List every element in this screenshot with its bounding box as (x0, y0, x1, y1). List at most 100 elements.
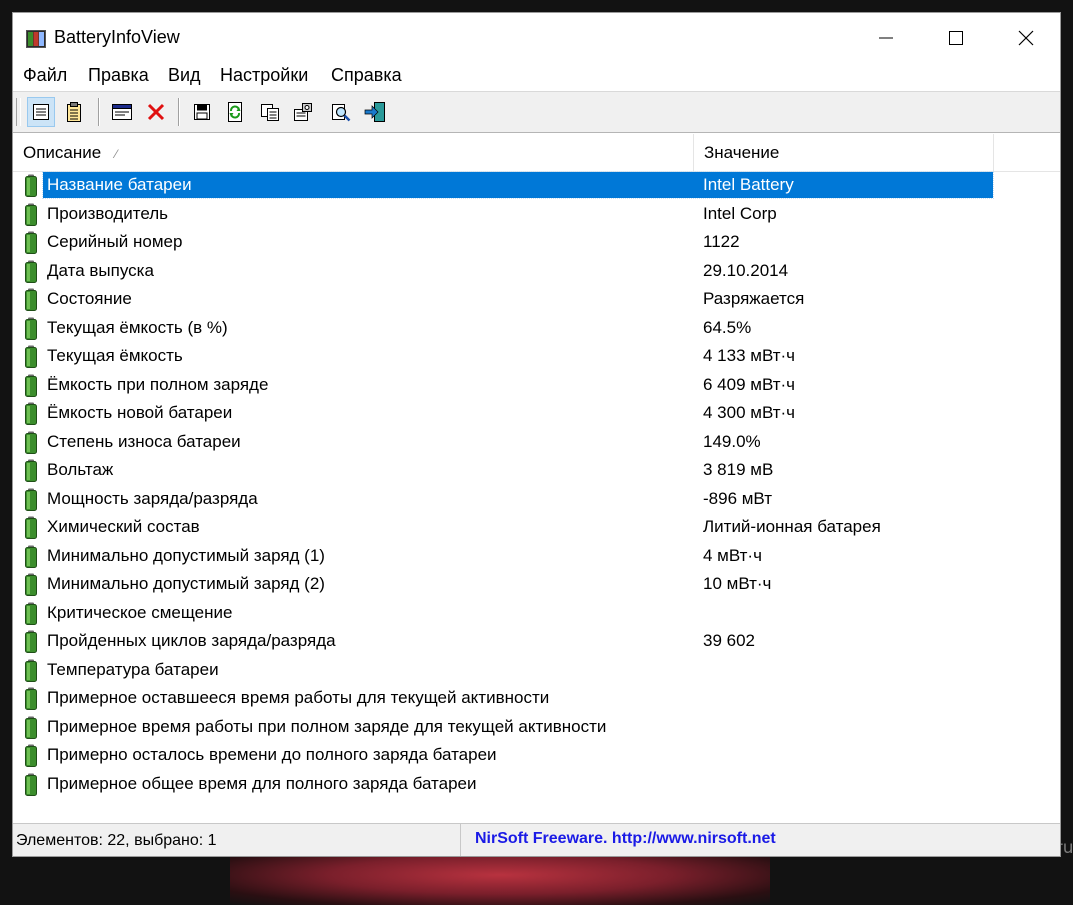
battery-info-mode-button[interactable] (27, 97, 55, 127)
menu-file[interactable]: Файл (19, 65, 71, 86)
item-value (699, 599, 707, 627)
list-item[interactable]: Название батареи Intel Battery (13, 171, 1060, 199)
properties-window-button[interactable] (108, 97, 136, 127)
item-description: Химический состав (47, 517, 200, 536)
list-item[interactable]: Ёмкость при полном заряде 6 409 мВт·ч (13, 371, 1060, 399)
item-description: Критическое смещение (47, 602, 233, 622)
properties-window-icon (112, 104, 132, 120)
item-description: Степень износа батареи (47, 431, 241, 451)
minimize-button[interactable] (851, 13, 921, 63)
item-value: 4 133 мВт·ч (703, 346, 796, 365)
item-description: Примерное время работы при полном заряде… (47, 716, 607, 736)
item-value: 64.5% (703, 317, 752, 337)
list-item[interactable]: Примерно осталось времени до полного зар… (13, 741, 1060, 769)
item-value: Intel Battery (703, 175, 794, 194)
html-report-button[interactable] (289, 97, 317, 127)
item-description: Состояние (47, 289, 132, 308)
list-item[interactable]: Температура батареи (13, 656, 1060, 684)
save-button[interactable] (188, 97, 216, 127)
list-item[interactable]: Вольтаж 3 819 мВ (13, 456, 1060, 484)
item-value (699, 656, 707, 684)
list-item[interactable]: Степень износа батареи 149.0% (13, 428, 1060, 456)
list-item[interactable]: Критическое смещение (13, 599, 1060, 627)
list-item[interactable]: Примерное время работы при полном заряде… (13, 713, 1060, 741)
refresh-button[interactable] (221, 97, 249, 127)
item-description: Текущая ёмкость (47, 346, 183, 365)
column-description-header[interactable]: Описание ⁄ (13, 134, 694, 171)
battery-icon (25, 288, 37, 311)
find-button[interactable] (327, 97, 355, 127)
delete-button[interactable] (142, 97, 170, 127)
window-title: BatteryInfoView (54, 27, 180, 47)
item-value: 39 602 (703, 631, 755, 650)
list-header: Описание ⁄ Значение (13, 134, 1060, 172)
menu-bar: Файл Правка Вид Настройки Справка (13, 63, 1060, 91)
list-item[interactable]: Минимально допустимый заряд (1) 4 мВт·ч (13, 542, 1060, 570)
list-item[interactable]: Дата выпуска 29.10.2014 (13, 257, 1060, 285)
battery-icon (25, 345, 37, 368)
maximize-button[interactable] (921, 13, 991, 63)
item-description: Минимально допустимый заряд (2) (47, 574, 325, 593)
copy-button[interactable] (256, 97, 284, 127)
battery-log-mode-icon (67, 102, 81, 122)
menu-settings[interactable]: Настройки (216, 65, 312, 86)
item-value (699, 741, 707, 769)
battery-icon (25, 630, 37, 653)
battery-icon (25, 744, 37, 767)
list-item[interactable]: Ёмкость новой батареи 4 300 мВт·ч (13, 399, 1060, 427)
list-item[interactable]: Мощность заряда/разряда -896 мВт (13, 485, 1060, 513)
battery-icon (25, 174, 37, 197)
item-description: Примерное общее время для полного заряда… (47, 773, 477, 793)
item-description: Текущая ёмкость (в %) (47, 317, 228, 337)
item-value: 29.10.2014 (703, 260, 789, 280)
item-value: Разряжается (703, 289, 805, 308)
exit-icon (364, 102, 385, 122)
item-description: Температура батареи (47, 659, 219, 679)
list-item[interactable]: Пройденных циклов заряда/разряда 39 602 (13, 627, 1060, 655)
battery-icon (25, 459, 37, 482)
item-description: Название батареи (47, 175, 192, 194)
list-item[interactable]: Примерное общее время для полного заряда… (13, 770, 1060, 798)
item-value (699, 713, 707, 741)
menu-edit[interactable]: Правка (84, 65, 153, 86)
item-description: Ёмкость новой батареи (47, 403, 233, 422)
nirsoft-link[interactable]: NirSoft Freeware. http://www.nirsoft.net (475, 830, 776, 848)
item-value: 149.0% (703, 431, 761, 451)
battery-log-mode-button[interactable] (60, 97, 88, 127)
item-description: Производитель (47, 203, 169, 223)
item-description: Вольтаж (47, 460, 114, 479)
toolbar (13, 91, 1060, 133)
item-value: Intel Corp (703, 203, 777, 223)
item-value (699, 770, 707, 798)
list-item[interactable]: Текущая ёмкость 4 133 мВт·ч (13, 342, 1060, 370)
html-report-icon (294, 103, 312, 121)
list-item[interactable]: Минимально допустимый заряд (2) 10 мВт·ч (13, 570, 1060, 598)
exit-button[interactable] (361, 97, 389, 127)
column-value-header[interactable]: Значение (694, 134, 994, 171)
battery-icon (25, 374, 37, 397)
list-item[interactable]: Текущая ёмкость (в %) 64.5% (13, 314, 1060, 342)
list-item[interactable]: Производитель Intel Corp (13, 200, 1060, 228)
list-item[interactable]: Примерное оставшееся время работы для те… (13, 684, 1060, 712)
battery-icon (25, 317, 37, 340)
close-icon (1018, 30, 1034, 46)
title-bar[interactable]: BatteryInfoView (13, 13, 1060, 63)
item-value: 10 мВт·ч (703, 574, 772, 593)
delete-icon (147, 103, 165, 121)
list-item[interactable]: Серийный номер 1122 (13, 228, 1060, 256)
toolbar-grip[interactable] (16, 98, 21, 126)
close-button[interactable] (991, 13, 1060, 63)
list-item[interactable]: Химический состав Литий-ионная батарея (13, 513, 1060, 541)
maximize-icon (949, 31, 963, 45)
list-item[interactable]: Состояние Разряжается (13, 285, 1060, 313)
menu-help[interactable]: Справка (327, 65, 406, 86)
battery-icon (25, 687, 37, 710)
battery-info-list[interactable]: Описание ⁄ Значение Название батареи Intel… (13, 134, 1060, 821)
column-description-label: Описание (23, 143, 102, 162)
battery-icon (25, 203, 37, 226)
battery-icon (25, 431, 37, 454)
item-description: Примерное оставшееся время работы для те… (47, 688, 550, 707)
find-icon (332, 104, 351, 122)
item-value: 3 819 мВ (703, 460, 774, 479)
menu-view[interactable]: Вид (164, 65, 205, 86)
